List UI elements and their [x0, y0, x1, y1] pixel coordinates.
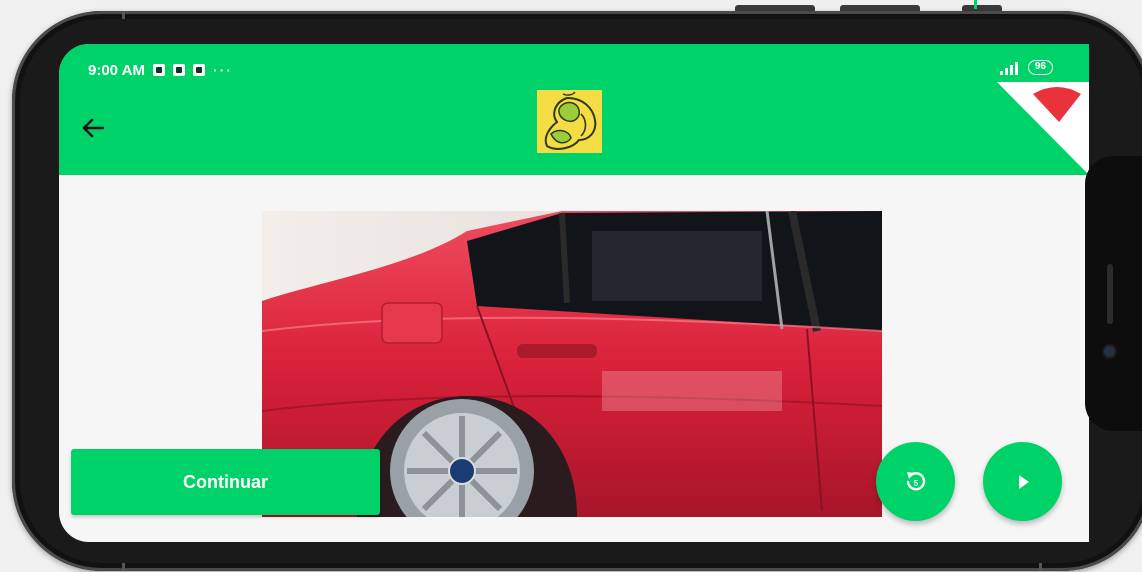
bezel-mark	[122, 11, 125, 19]
camera-notification-icon	[152, 64, 165, 76]
device-stage: 9:00 AM ··· 96 Continuar 5	[0, 0, 1142, 572]
calendar-notification-icon	[172, 64, 185, 76]
speaker-grille	[1107, 264, 1113, 324]
phone-notch	[1085, 156, 1142, 431]
bezel-mark	[1039, 563, 1042, 571]
status-bar-left: 9:00 AM ···	[88, 60, 233, 80]
signal-icon	[999, 61, 1022, 75]
red-triangle-marker	[997, 82, 1089, 175]
app-screen: 9:00 AM ··· 96 Continuar 5	[59, 44, 1089, 542]
rotate-ccw-icon: 5	[906, 471, 925, 490]
app-bar: 9:00 AM ··· 96	[59, 44, 1089, 175]
status-time: 9:00 AM	[88, 61, 145, 79]
arrow-left-icon[interactable]	[79, 114, 107, 142]
app-notification-icon	[192, 64, 205, 76]
more-notifications-icon: ···	[212, 62, 233, 78]
continue-button[interactable]: Continuar	[71, 449, 380, 515]
play-icon	[1018, 474, 1029, 489]
play-button[interactable]	[983, 442, 1062, 521]
battery-indicator: 96	[1027, 60, 1053, 75]
bezel-mark	[122, 563, 125, 571]
front-camera	[1104, 346, 1115, 357]
power-indicator	[974, 0, 977, 9]
retake-button[interactable]: 5	[876, 442, 955, 521]
status-bar-right: 96	[999, 60, 1053, 75]
mother-child-logo	[537, 90, 602, 153]
svg-text:5: 5	[913, 479, 918, 488]
